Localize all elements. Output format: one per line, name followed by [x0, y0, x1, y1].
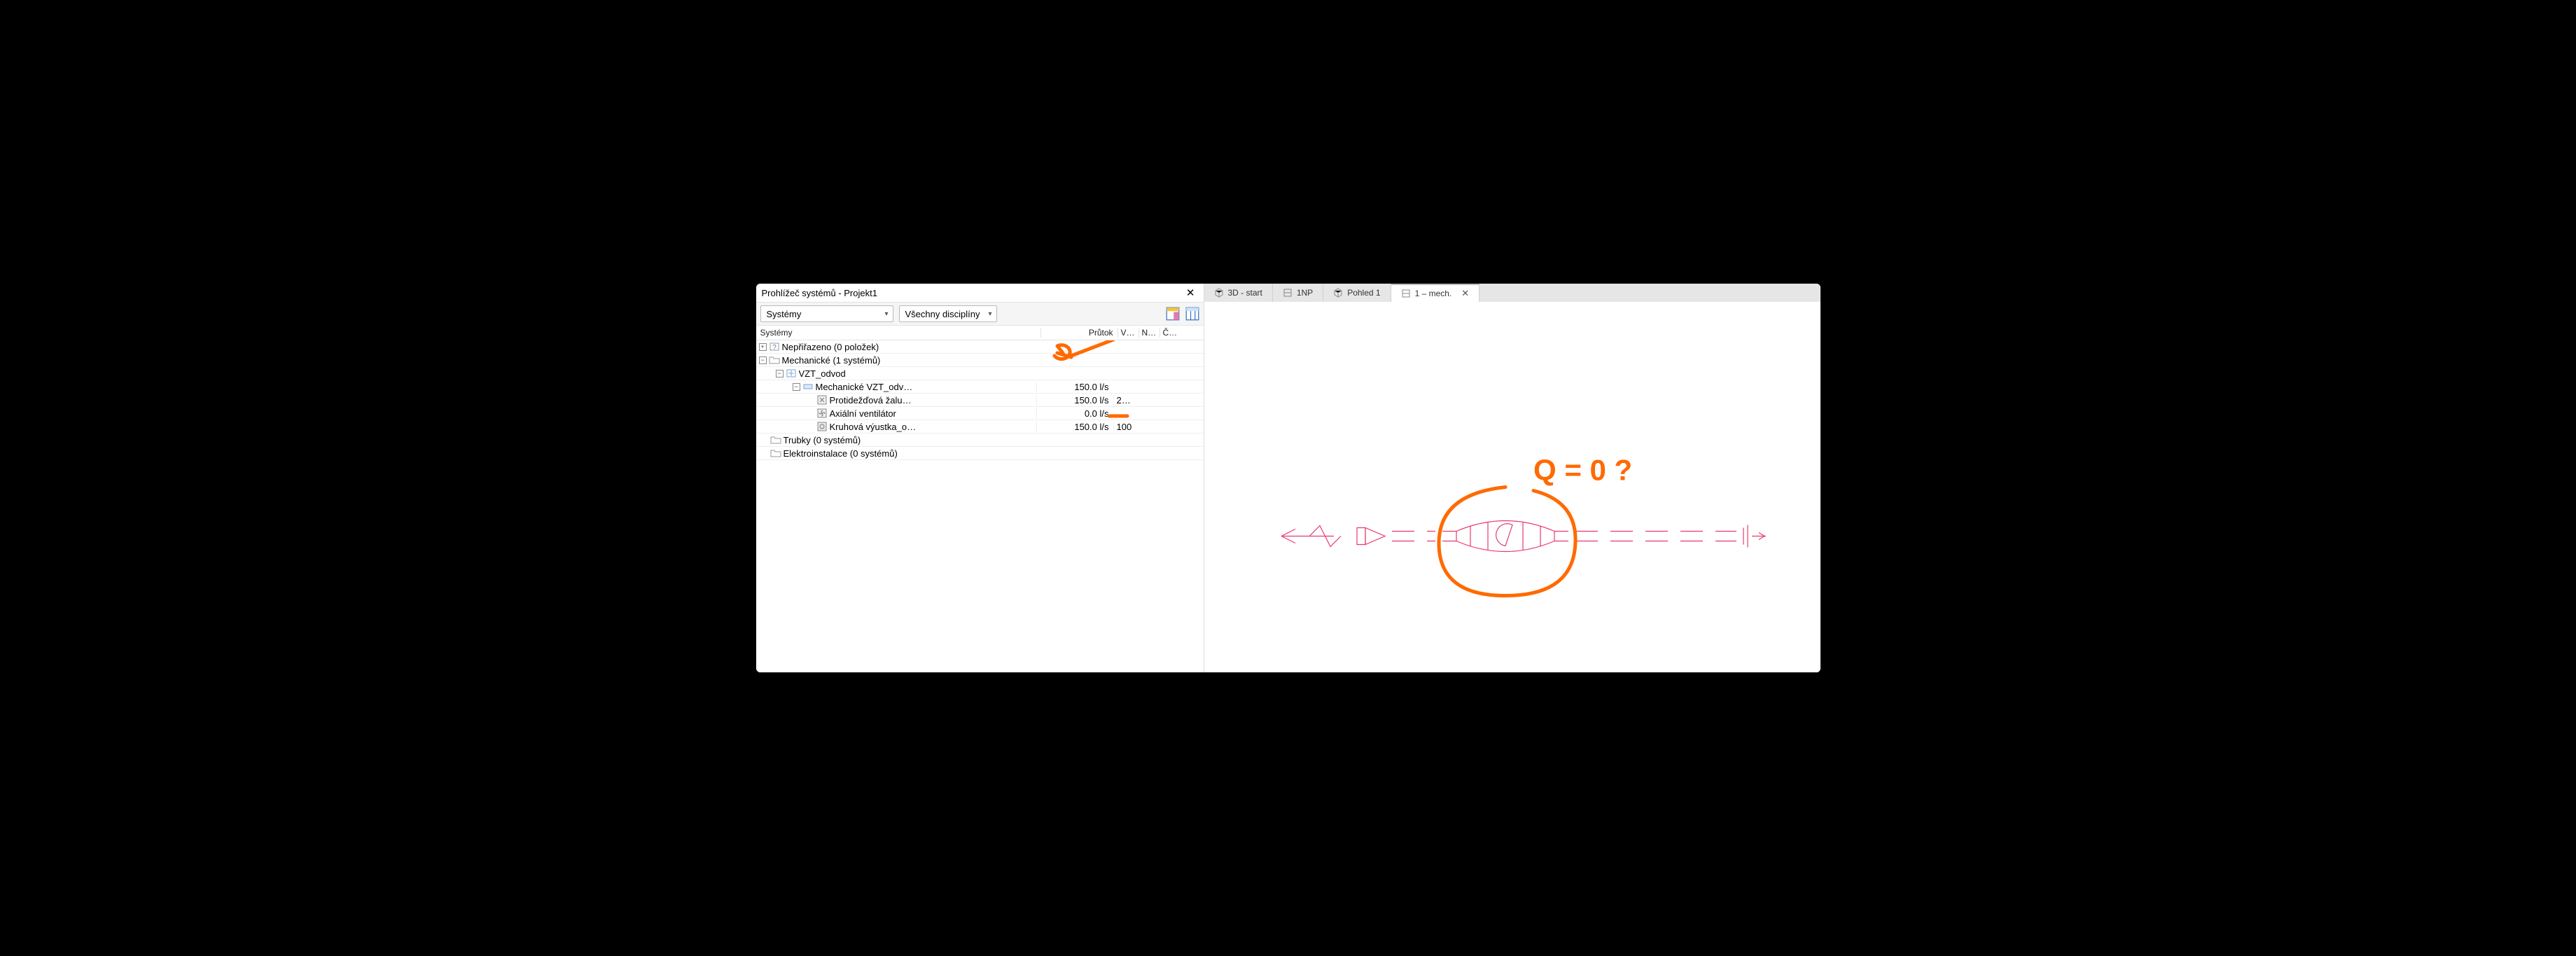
- louver-symbol-icon: [1357, 528, 1385, 545]
- tree-label: Protidežďová žalu…: [830, 395, 912, 406]
- discipline-dropdown-label: Všechny disciplíny: [905, 309, 980, 319]
- plan-icon: [1283, 288, 1293, 298]
- view-dropdown[interactable]: Systémy ▾: [760, 305, 893, 322]
- duct-right-icon: [1575, 532, 1736, 541]
- cube-icon: [1214, 288, 1224, 298]
- col-c-header[interactable]: Č…: [1160, 328, 1181, 338]
- tab-1np[interactable]: 1NP: [1273, 284, 1323, 302]
- svg-text:?: ?: [772, 344, 777, 352]
- collapse-icon[interactable]: −: [759, 356, 767, 364]
- tree-row-pipes[interactable]: Trubky (0 systémů): [756, 434, 1204, 447]
- tab-label: 1 – mech.: [1415, 289, 1452, 298]
- columns-header: Systémy Průtok V… N… Č…: [756, 326, 1204, 340]
- col-v-header[interactable]: V…: [1118, 328, 1139, 338]
- flow-arrow-icon: [1281, 526, 1341, 547]
- system-tree[interactable]: + ? Nepřiřazeno (0 položek) − Mechanické…: [756, 340, 1204, 672]
- view-tabs: 3D - start 1NP Pohled 1 1 – mech. ✕: [1204, 284, 1820, 302]
- tree-row-diffuser[interactable]: Kruhová výustka_o… 150.0 l/s 100: [756, 420, 1204, 434]
- tree-label: Nepřiřazeno (0 položek): [782, 342, 879, 352]
- tree-label: Mechanické (1 systémů): [782, 355, 881, 366]
- tree-label: Mechanické VZT_odv…: [816, 382, 913, 392]
- chevron-down-icon: ▾: [884, 310, 888, 318]
- louver-icon: [816, 394, 828, 406]
- duct-system-icon: [802, 381, 814, 392]
- expand-icon[interactable]: +: [759, 343, 767, 351]
- layout-icon[interactable]: [1166, 307, 1180, 321]
- chevron-down-icon: ▾: [988, 310, 991, 318]
- diffuser-icon: [816, 421, 828, 432]
- tree-label: VZT_odvod: [799, 368, 846, 379]
- tab-1-mech[interactable]: 1 – mech. ✕: [1391, 284, 1480, 302]
- panel-title: Prohlížeč systémů - Projekt1: [762, 288, 1183, 298]
- panel-close-button[interactable]: ✕: [1183, 286, 1198, 299]
- columns-icon[interactable]: [1185, 307, 1199, 321]
- panel-toolbar: Systémy ▾ Všechny disciplíny ▾: [756, 302, 1204, 326]
- fan-icon: [816, 408, 828, 419]
- v-value: 2…: [1113, 395, 1134, 406]
- collapse-icon[interactable]: −: [793, 383, 800, 391]
- tree-label: Kruhová výustka_o…: [830, 422, 917, 432]
- drawing-canvas[interactable]: Q = 0 ?: [1204, 302, 1820, 672]
- fan-symbol-icon: [1442, 521, 1568, 552]
- view-dropdown-label: Systémy: [767, 309, 802, 319]
- diffuser-symbol-icon: [1743, 525, 1766, 548]
- folder-icon: [770, 434, 781, 445]
- unassigned-icon: ?: [769, 341, 780, 352]
- tree-row-axial-fan[interactable]: Axiální ventilátor 0.0 l/s: [756, 407, 1204, 420]
- tab-label: Pohled 1: [1347, 288, 1380, 298]
- view-area: 3D - start 1NP Pohled 1 1 – mech. ✕: [1204, 284, 1820, 672]
- flow-value: 150.0 l/s: [1036, 422, 1113, 432]
- col-name-header[interactable]: Systémy: [760, 328, 1040, 338]
- duct-left-icon: [1392, 532, 1435, 541]
- col-flow-header[interactable]: Průtok: [1040, 328, 1118, 338]
- folder-icon: [769, 354, 780, 366]
- tree-label: Elektroinstalace (0 systémů): [784, 448, 898, 459]
- tree-row-mechanical[interactable]: − Mechanické (1 systémů): [756, 354, 1204, 367]
- tree-label: Trubky (0 systémů): [784, 435, 861, 445]
- panel-header: Prohlížeč systémů - Projekt1 ✕: [756, 284, 1204, 302]
- tab-3d-start[interactable]: 3D - start: [1204, 284, 1273, 302]
- col-n-header[interactable]: N…: [1139, 328, 1160, 338]
- tab-label: 1NP: [1297, 288, 1313, 298]
- cube-icon: [1333, 288, 1343, 298]
- app-window: Prohlížeč systémů - Projekt1 ✕ Systémy ▾…: [756, 284, 1820, 672]
- tree-row-electrical[interactable]: Elektroinstalace (0 systémů): [756, 447, 1204, 460]
- tree-row-unassigned[interactable]: + ? Nepřiřazeno (0 položek): [756, 340, 1204, 354]
- collapse-icon[interactable]: −: [776, 370, 784, 377]
- discipline-dropdown[interactable]: Všechny disciplíny ▾: [899, 305, 997, 322]
- tree-label: Axiální ventilátor: [830, 408, 896, 419]
- system-icon: [786, 368, 797, 379]
- tab-close-button[interactable]: ✕: [1461, 288, 1469, 299]
- tree-row-mech-vzt-odv[interactable]: − Mechanické VZT_odv… 150.0 l/s: [756, 380, 1204, 394]
- tree-row-vzt-odvod[interactable]: − VZT_odvod: [756, 367, 1204, 380]
- plan-icon: [1401, 289, 1411, 298]
- flow-value: 150.0 l/s: [1036, 395, 1113, 406]
- tab-label: 3D - start: [1228, 288, 1262, 298]
- mechanical-drawing: Q = 0 ?: [1204, 302, 1820, 672]
- tab-pohled1[interactable]: Pohled 1: [1323, 284, 1391, 302]
- flow-value: 0.0 l/s: [1036, 408, 1113, 419]
- folder-icon: [770, 448, 781, 459]
- system-browser-panel: Prohlížeč systémů - Projekt1 ✕ Systémy ▾…: [756, 284, 1204, 672]
- flow-value: 150.0 l/s: [1036, 382, 1113, 392]
- tree-row-louver[interactable]: Protidežďová žalu… 150.0 l/s 2…: [756, 394, 1204, 407]
- v-value: 100: [1113, 422, 1134, 432]
- annotation-q-text: Q = 0 ?: [1533, 454, 1632, 487]
